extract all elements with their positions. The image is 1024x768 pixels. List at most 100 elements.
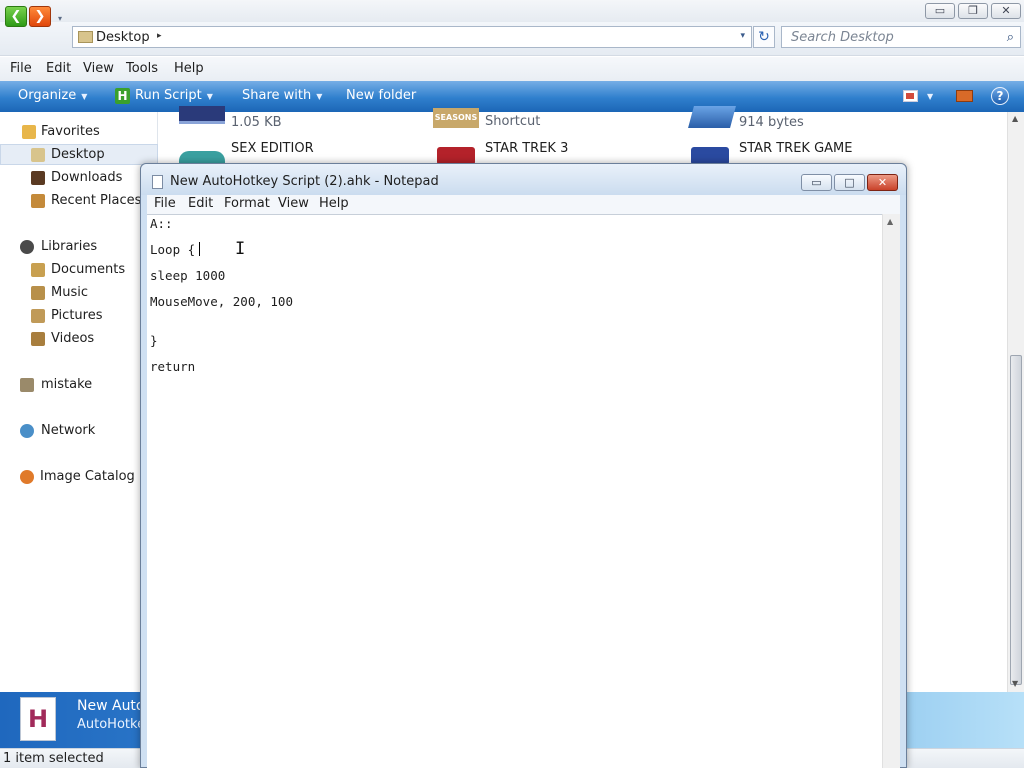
sidebar-item-desktop[interactable]: Desktop [0,144,158,165]
music-folder-icon [31,286,45,300]
search-input[interactable]: Search Desktop ⌕ [781,26,1021,48]
sidebar-item-music[interactable]: Music [0,283,158,304]
sidebar-item-image-catalog[interactable]: Image Catalog [0,467,158,488]
scroll-up-icon[interactable]: ▲ [887,217,893,226]
star-icon [22,125,36,139]
forward-button[interactable]: ❯ [29,6,51,27]
autohotkey-file-icon: H [20,697,56,741]
notepad-menu-help[interactable]: Help [319,196,349,211]
selected-file-type: AutoHotke [77,717,146,732]
sidebar-item-downloads[interactable]: Downloads [0,168,158,189]
notepad-title-bar[interactable]: New AutoHotkey Script (2).ahk - Notepad … [141,164,906,195]
scroll-down-icon[interactable]: ▼ [1012,679,1018,688]
sidebar-item-label: Libraries [41,239,98,254]
sidebar-item-label: Music [51,285,88,300]
back-button[interactable]: ❮ [5,6,27,27]
organize-button[interactable]: Organize ▼ [18,88,87,103]
menu-view[interactable]: View [83,61,114,76]
refresh-button[interactable]: ↻ [753,26,775,48]
notepad-icon [152,175,163,189]
code-line: A:: [150,216,173,231]
address-dropdown-icon[interactable]: ▾ [740,31,745,41]
documents-folder-icon [31,263,45,277]
scrollbar-thumb[interactable] [1010,355,1022,685]
recent-pages-dropdown[interactable]: ▾ [58,14,62,23]
run-script-label: Run Script [135,88,202,103]
notepad-close-button[interactable]: ✕ [867,174,898,191]
file-list-scrollbar[interactable]: ▲ ▼ [1007,112,1024,692]
autohotkey-icon: H [115,88,130,104]
chevron-down-icon[interactable]: ▼ [927,92,933,101]
status-text: 1 item selected [3,751,104,766]
sidebar-item-pictures[interactable]: Pictures [0,306,158,327]
code-line: MouseMove, 200, 100 [150,294,293,309]
share-with-button[interactable]: Share with ▼ [242,88,322,103]
selected-file-name: New Auto [77,698,145,714]
file-item[interactable]: STAR TREK GAME [689,139,909,165]
menu-tools[interactable]: Tools [126,61,158,76]
notepad-menu-bar: File Edit Format View Help [147,195,900,214]
text-editor[interactable]: A:: Loop { sleep 1000 MouseMove, 200, 10… [147,214,882,768]
scroll-up-icon[interactable]: ▲ [1012,114,1018,123]
desktop-folder-icon [31,148,45,162]
explorer-menu-bar: File Edit View Tools Help [0,57,1024,81]
code-line: } [150,333,158,348]
chevron-down-icon: ▼ [81,92,88,101]
chevron-down-icon: ▼ [316,92,323,101]
notepad-menu-file[interactable]: File [154,196,176,211]
close-button[interactable]: ✕ [991,3,1021,19]
sidebar-item-network[interactable]: Network [0,421,158,442]
notepad-maximize-button[interactable]: □ [834,174,865,191]
organize-label: Organize [18,88,77,103]
run-script-button[interactable]: Run Script ▼ [135,88,213,103]
restore-button[interactable]: ❐ [958,3,988,19]
sidebar-item-label: Downloads [51,170,123,185]
sidebar-item-recent-places[interactable]: Recent Places [0,191,158,212]
sidebar-item-label: Desktop [51,147,105,162]
minimize-button[interactable]: ▭ [925,3,955,19]
file-type: Shortcut [485,114,541,129]
menu-help[interactable]: Help [174,61,204,76]
notepad-title: New AutoHotkey Script (2).ahk - Notepad [170,174,439,189]
sidebar-item-videos[interactable]: Videos [0,329,158,350]
notepad-scrollbar[interactable]: ▲ [882,214,900,768]
sidebar-item-label: Documents [51,262,126,277]
sidebar-item-mistake[interactable]: mistake [0,375,158,396]
file-item[interactable]: SEASONS Shortcut [431,108,631,134]
sidebar-item-documents[interactable]: Documents [0,260,158,281]
menu-edit[interactable]: Edit [46,61,71,76]
sidebar-item-libraries[interactable]: Libraries [0,237,158,258]
libraries-icon [20,240,34,254]
preview-pane-icon[interactable] [956,90,973,102]
menu-file[interactable]: File [10,61,32,76]
file-size: 914 bytes [739,115,804,130]
search-icon[interactable]: ⌕ [1007,30,1014,45]
sidebar-item-label: mistake [41,377,93,392]
file-item[interactable]: 1.05 KB [177,106,377,134]
address-bar[interactable]: Desktop ▸ ▾ [72,26,752,48]
search-placeholder: Search Desktop [791,30,894,45]
file-item[interactable]: SEX EDITIOR [177,139,397,165]
file-item[interactable]: 914 bytes [688,106,889,134]
pictures-folder-icon [31,309,45,323]
file-thumbnail [179,106,225,124]
file-thumbnail: SEASONS [433,108,479,128]
file-item[interactable]: STAR TREK 3 [431,139,651,165]
sidebar-item-favorites[interactable]: Favorites [0,122,158,143]
sidebar-item-label: Favorites [41,124,100,139]
sidebar-item-label: Videos [51,331,95,346]
file-size: 1.05 KB [231,115,282,130]
notepad-menu-edit[interactable]: Edit [188,196,213,211]
notepad-menu-view[interactable]: View [278,196,309,211]
file-name: STAR TREK GAME [739,141,853,156]
new-folder-button[interactable]: New folder [346,88,416,103]
breadcrumb-chevron-icon[interactable]: ▸ [157,31,162,41]
change-view-icon[interactable] [903,90,918,102]
help-button[interactable]: ? [991,87,1009,105]
explorer-title-bar: ▭ ❐ ✕ [0,0,1024,22]
file-name: SEX EDITIOR [231,141,314,156]
notepad-menu-format[interactable]: Format [224,196,270,211]
notepad-window: New AutoHotkey Script (2).ahk - Notepad … [140,163,907,768]
breadcrumb-desktop[interactable]: Desktop [96,30,150,45]
notepad-minimize-button[interactable]: ▭ [801,174,832,191]
